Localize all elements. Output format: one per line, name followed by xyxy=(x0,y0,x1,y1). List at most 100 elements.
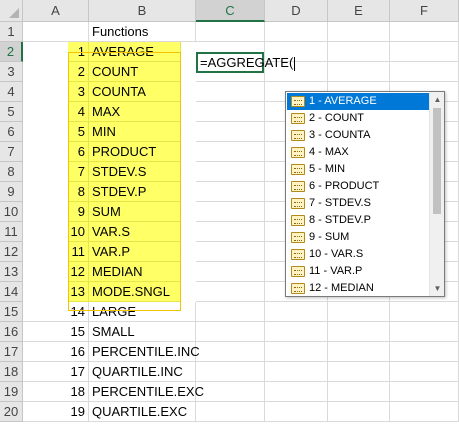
cell-b17[interactable]: PERCENTILE.INC xyxy=(89,342,200,362)
row-header-15[interactable]: 15 xyxy=(0,302,23,322)
autocomplete-item[interactable]: 7 - STDEV.S xyxy=(287,195,429,212)
row-header-14[interactable]: 14 xyxy=(0,282,23,302)
cell-b11[interactable]: VAR.S xyxy=(89,222,181,242)
cell-c7[interactable] xyxy=(196,142,265,162)
cell-b3[interactable]: COUNT xyxy=(89,62,181,82)
row-header-2[interactable]: 2 xyxy=(0,42,23,62)
autocomplete-item[interactable]: 11 - VAR.P xyxy=(287,263,429,280)
cell-d1[interactable] xyxy=(265,22,328,42)
cell-f18[interactable] xyxy=(390,362,459,382)
cell-b12[interactable]: VAR.P xyxy=(89,242,181,262)
cell-a14[interactable]: 13 xyxy=(68,282,89,302)
cell-c14[interactable] xyxy=(196,282,265,302)
row-header-7[interactable]: 7 xyxy=(0,142,23,162)
autocomplete-item[interactable]: 12 - MEDIAN xyxy=(287,280,429,297)
cell-b16[interactable]: SMALL xyxy=(89,322,196,342)
cell-f15[interactable] xyxy=(390,302,459,322)
row-header-8[interactable]: 8 xyxy=(0,162,23,182)
cell-a20[interactable]: 19 xyxy=(23,402,89,422)
cell-a10[interactable]: 9 xyxy=(68,202,89,222)
cell-c8[interactable] xyxy=(196,162,265,182)
cell-d16[interactable] xyxy=(265,322,328,342)
cell-c11[interactable] xyxy=(196,222,265,242)
cell-a18[interactable]: 17 xyxy=(23,362,89,382)
scroll-up-arrow-icon[interactable]: ▲ xyxy=(430,92,445,107)
column-header-a[interactable]: A xyxy=(23,0,89,22)
row-header-6[interactable]: 6 xyxy=(0,122,23,142)
cell-e15[interactable] xyxy=(328,302,390,322)
cell-d17[interactable] xyxy=(265,342,328,362)
cell-d15[interactable] xyxy=(265,302,328,322)
cell-e1[interactable] xyxy=(328,22,390,42)
autocomplete-item[interactable]: 3 - COUNTA xyxy=(287,127,429,144)
cell-a15[interactable]: 14 xyxy=(23,302,89,322)
cell-e16[interactable] xyxy=(328,322,390,342)
cell-c17[interactable] xyxy=(196,342,265,362)
cell-a13[interactable]: 12 xyxy=(68,262,89,282)
row-header-1[interactable]: 1 xyxy=(0,22,23,42)
cell-c20[interactable] xyxy=(196,402,265,422)
autocomplete-item[interactable]: 4 - MAX xyxy=(287,144,429,161)
cell-e3[interactable] xyxy=(328,62,390,82)
scrollbar-thumb[interactable] xyxy=(433,108,441,214)
cell-a1[interactable] xyxy=(23,22,89,42)
cell-c15[interactable] xyxy=(196,302,265,322)
autocomplete-item[interactable]: 6 - PRODUCT xyxy=(287,178,429,195)
cell-b4[interactable]: COUNTA xyxy=(89,82,181,102)
cell-e17[interactable] xyxy=(328,342,390,362)
cell-f19[interactable] xyxy=(390,382,459,402)
row-header-20[interactable]: 20 xyxy=(0,402,23,422)
row-header-18[interactable]: 18 xyxy=(0,362,23,382)
cell-b13[interactable]: MEDIAN xyxy=(89,262,181,282)
active-cell-editor[interactable]: =AGGREGATE( xyxy=(196,52,296,73)
cell-c1[interactable] xyxy=(196,22,265,42)
cell-f1[interactable] xyxy=(390,22,459,42)
cell-e2[interactable] xyxy=(328,42,390,62)
cell-b10[interactable]: SUM xyxy=(89,202,181,222)
cell-c5[interactable] xyxy=(196,102,265,122)
cell-f20[interactable] xyxy=(390,402,459,422)
cell-c4[interactable] xyxy=(196,82,265,102)
autocomplete-item[interactable]: 5 - MIN xyxy=(287,161,429,178)
column-header-f[interactable]: F xyxy=(390,0,459,22)
cell-a12[interactable]: 11 xyxy=(68,242,89,262)
cell-e18[interactable] xyxy=(328,362,390,382)
column-header-e[interactable]: E xyxy=(328,0,390,22)
cell-b7[interactable]: PRODUCT xyxy=(89,142,181,162)
row-header-16[interactable]: 16 xyxy=(0,322,23,342)
cell-b2[interactable]: AVERAGE xyxy=(89,42,181,62)
row-header-13[interactable]: 13 xyxy=(0,262,23,282)
row-header-5[interactable]: 5 xyxy=(0,102,23,122)
cell-a9[interactable]: 8 xyxy=(68,182,89,202)
cell-d19[interactable] xyxy=(265,382,328,402)
row-header-10[interactable]: 10 xyxy=(0,202,23,222)
scroll-down-arrow-icon[interactable]: ▼ xyxy=(430,281,445,296)
row-header-4[interactable]: 4 xyxy=(0,82,23,102)
autocomplete-item[interactable]: 10 - VAR.S xyxy=(287,246,429,263)
cell-a3[interactable]: 2 xyxy=(68,62,89,82)
autocomplete-item[interactable]: 9 - SUM xyxy=(287,229,429,246)
row-header-3[interactable]: 3 xyxy=(0,62,23,82)
cell-f16[interactable] xyxy=(390,322,459,342)
cell-c19[interactable] xyxy=(196,382,265,402)
cell-b15[interactable]: LARGE xyxy=(89,302,196,322)
row-header-9[interactable]: 9 xyxy=(0,182,23,202)
cell-b9[interactable]: STDEV.P xyxy=(89,182,181,202)
cell-c12[interactable] xyxy=(196,242,265,262)
cell-b8[interactable]: STDEV.S xyxy=(89,162,181,182)
row-header-12[interactable]: 12 xyxy=(0,242,23,262)
row-header-19[interactable]: 19 xyxy=(0,382,23,402)
cell-a4[interactable]: 3 xyxy=(68,82,89,102)
cell-a8[interactable]: 7 xyxy=(68,162,89,182)
cell-a19[interactable]: 18 xyxy=(23,382,89,402)
cell-e20[interactable] xyxy=(328,402,390,422)
cell-a5[interactable]: 4 xyxy=(68,102,89,122)
cell-f3[interactable] xyxy=(390,62,459,82)
autocomplete-item[interactable]: 2 - COUNT xyxy=(287,110,429,127)
cell-b20[interactable]: QUARTILE.EXC xyxy=(89,402,196,422)
cell-b18[interactable]: QUARTILE.INC xyxy=(89,362,196,382)
cell-a17[interactable]: 16 xyxy=(23,342,89,362)
cell-e19[interactable] xyxy=(328,382,390,402)
cell-b14[interactable]: MODE.SNGL xyxy=(89,282,181,302)
column-header-d[interactable]: D xyxy=(265,0,328,22)
